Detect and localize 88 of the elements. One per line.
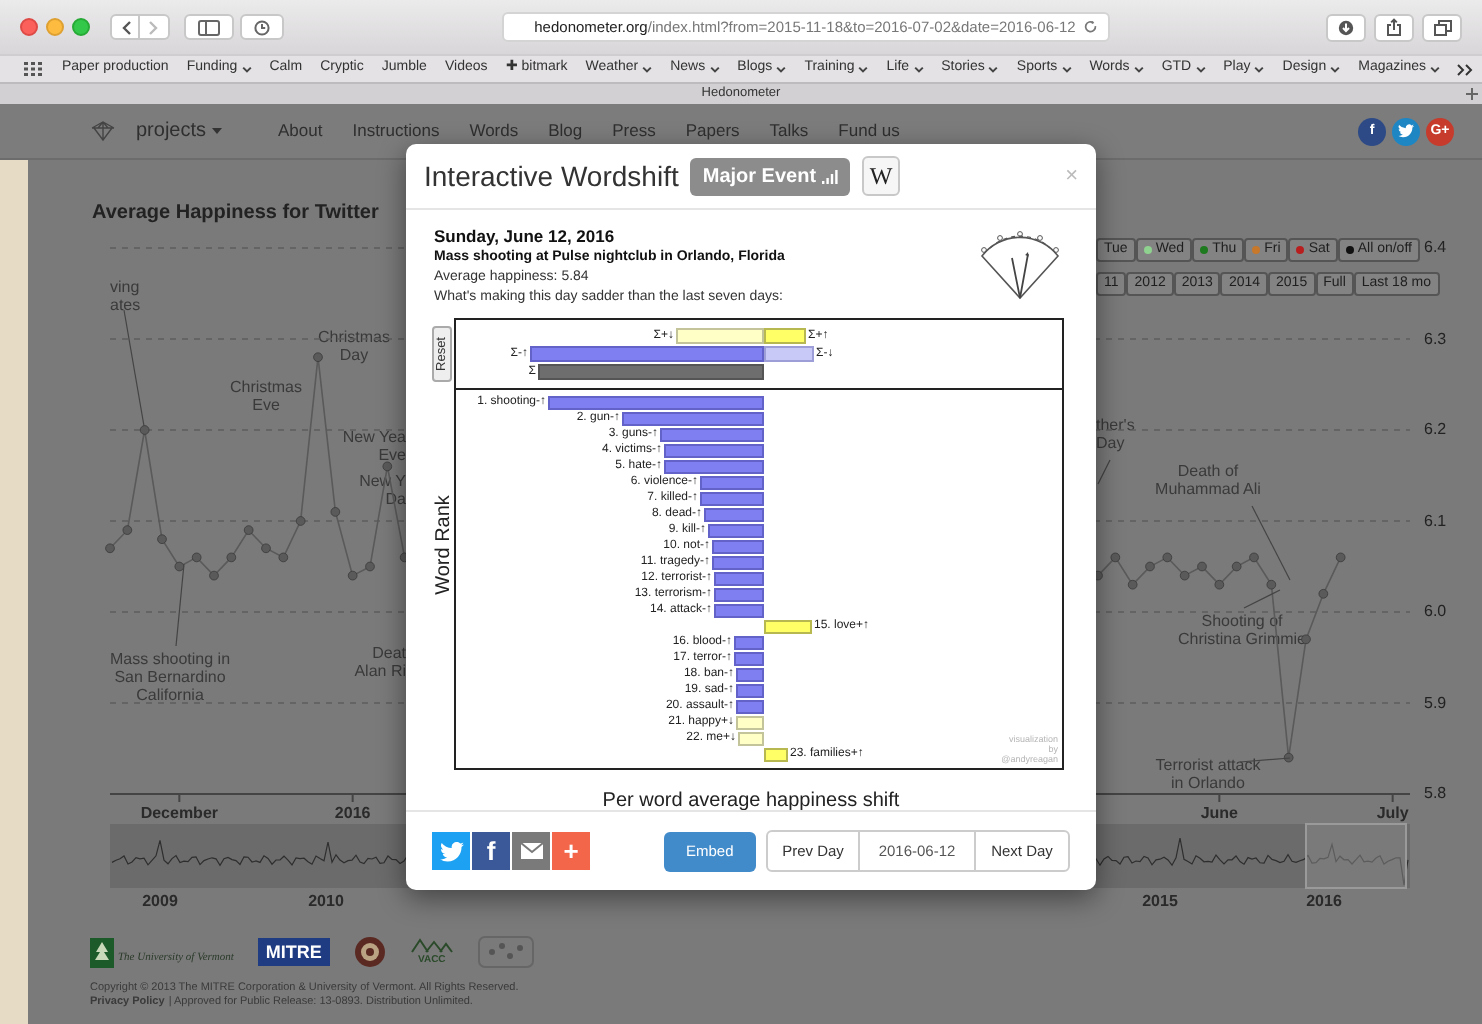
axis-tick-label: December [140,804,218,824]
back-button[interactable] [110,14,140,40]
chart-annotation: New Y Da [359,472,406,508]
event-badge: Major Event [690,157,851,195]
chevron-down-icon[interactable] [776,65,787,73]
tree-logo-icon [90,937,114,967]
signal-bars-icon[interactable] [822,169,839,183]
dial-icon [976,230,1064,300]
positive-word-bar [764,619,812,633]
twitter-bird-icon[interactable] [439,841,463,861]
envelope-icon[interactable] [519,842,543,860]
sidebar-icon[interactable] [198,19,220,35]
axis-label: Per word average happiness shift [602,790,900,812]
close-window-button[interactable] [20,18,38,36]
axis-tick-label: 5.9 [1424,693,1447,713]
leader-line [1243,589,1281,609]
mitre-logo: MITRE [257,938,330,966]
chevron-down-icon[interactable] [1195,65,1206,73]
chevron-right-icon[interactable] [148,19,160,35]
chart-annotation: Deat Alan Ri [354,644,406,680]
new-tab-icon[interactable] [1466,88,1478,100]
leader-line [1251,505,1291,581]
reload-icon[interactable] [1083,20,1097,34]
chart-annotation: ving ates [110,278,141,314]
axis-tick-label: 6.0 [1424,602,1447,622]
share-icon[interactable] [1386,18,1402,36]
history-button[interactable] [240,14,284,40]
chart-annotation: New Yea Eve [342,428,406,464]
caret-down-icon[interactable] [212,128,223,134]
tabs-button[interactable] [1422,13,1462,41]
network-logo-icon [477,936,534,968]
chevron-down-icon[interactable] [1061,65,1072,73]
more-bookmarks-icon[interactable] [1456,63,1474,75]
axis-tick-label: 6.3 [1424,329,1447,349]
axis-tick-label: 6.4 [1424,238,1447,258]
chevron-down-icon[interactable] [1133,65,1144,73]
range-brush[interactable] [1305,823,1407,889]
share-button[interactable] [1374,13,1414,41]
download-icon[interactable] [1338,19,1354,35]
wikipedia-button[interactable]: W [862,156,901,196]
axis-tick-label: 5.8 [1424,784,1447,804]
leader-line [123,309,145,427]
twitter-button[interactable] [1392,117,1420,145]
minimize-window-button[interactable] [46,18,64,36]
axis-tick-label: July [1376,804,1409,824]
leader-line [1097,459,1111,485]
twitter-bird-icon[interactable] [1398,124,1414,138]
chart-annotation: Death of Muhammad Ali [1155,462,1261,498]
zoom-window-button[interactable] [72,18,90,36]
overview-tick-label: 2015 [1142,892,1178,912]
logo-icon[interactable] [90,120,116,142]
chart-title: Average Happiness for Twitter [92,200,379,228]
chevron-down-icon[interactable] [913,65,924,73]
overview-tick-label: 2009 [142,892,178,912]
axis-label: Word Rank [432,494,454,594]
twitter-share-button[interactable] [432,832,470,870]
tabs-icon[interactable] [1433,19,1451,35]
chart-annotation: Christmas Day [318,328,390,364]
chevron-down-icon[interactable] [1254,65,1265,73]
axis-tick-label: 2016 [334,804,371,824]
chevron-down-icon[interactable] [988,65,999,73]
event-date: Sunday, June 12, 2016 [434,226,617,248]
sidebar-button[interactable] [184,14,234,40]
chart-annotation: ther's Day [1096,416,1135,452]
leader-line [175,563,185,647]
vacc-logo-icon [409,938,454,954]
facebook-share-button[interactable]: f [472,832,510,870]
chevron-down-icon[interactable] [642,65,653,73]
chevron-down-icon[interactable] [709,65,720,73]
chart-annotation: Christmas Eve [230,378,302,414]
overview-tick-label: 2016 [1306,892,1342,912]
chevron-down-icon[interactable] [858,65,869,73]
axis-tick-label: 6.1 [1424,511,1447,531]
chevron-down-icon[interactable] [241,65,252,73]
email-share-button[interactable] [512,832,550,870]
dialog-title: Interactive Wordshift [424,157,679,195]
clock-icon[interactable] [254,19,270,35]
overview-tick-label: 2010 [308,892,344,912]
axis-tick-label: 6.2 [1424,420,1447,440]
axis-tick-label: June [1200,804,1238,824]
chart-annotation: Mass shooting in San Bernardino California [109,650,231,704]
seal-icon [353,936,386,968]
grid-icon[interactable] [24,62,42,76]
chevron-down-icon[interactable] [1330,65,1341,73]
chevron-left-icon[interactable] [119,19,131,35]
chart-annotation: Terrorist attack in Orlando [1155,756,1261,792]
chevron-down-icon[interactable] [1429,65,1440,73]
download-button[interactable] [1326,13,1366,41]
